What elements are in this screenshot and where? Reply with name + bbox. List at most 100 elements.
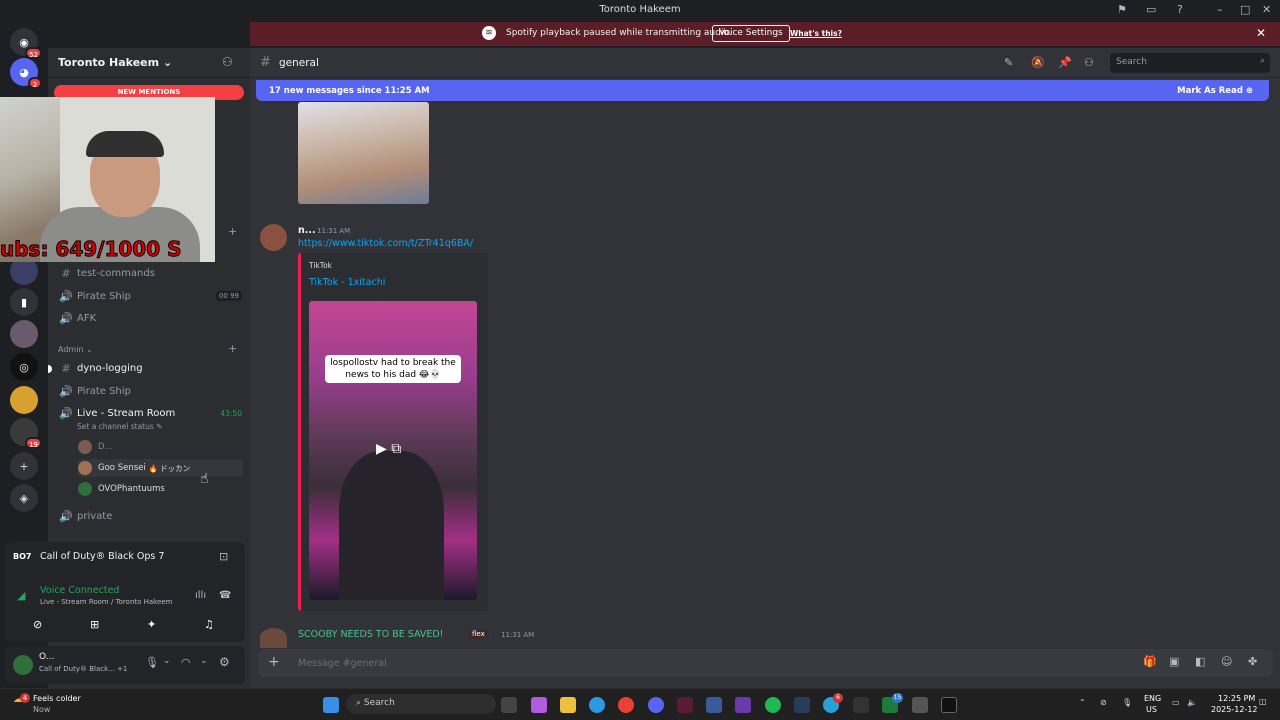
- create-channel-icon[interactable]: +: [228, 225, 237, 238]
- headset-icon[interactable]: ◠: [181, 656, 191, 669]
- tray-chevron-icon[interactable]: ⌃: [1079, 698, 1086, 707]
- notifications-muted-icon[interactable]: 🔕: [1031, 56, 1045, 69]
- edge-icon[interactable]: [589, 697, 605, 713]
- discover-icon[interactable]: ◈: [10, 484, 38, 512]
- play-icon[interactable]: ▶ ⧉: [376, 441, 401, 457]
- chrome-icon[interactable]: [618, 697, 634, 713]
- gif-icon[interactable]: ▣: [1169, 655, 1179, 668]
- tray-display-icon[interactable]: ▭: [1172, 698, 1180, 707]
- avatar[interactable]: [13, 655, 33, 675]
- voice-connected-label[interactable]: Voice Connected: [40, 585, 119, 596]
- server-icon[interactable]: [10, 386, 38, 414]
- maximize-icon[interactable]: □: [1240, 3, 1250, 16]
- server-icon[interactable]: [10, 320, 38, 348]
- ovo-server-icon[interactable]: ◎: [10, 353, 38, 381]
- region-code[interactable]: US: [1146, 705, 1157, 714]
- search-input[interactable]: Search ⌕: [1110, 53, 1270, 73]
- mark-as-read-button[interactable]: Mark As Read ⊛: [1177, 86, 1253, 96]
- close-icon[interactable]: ✕: [1262, 3, 1271, 16]
- clock-date[interactable]: 2025-12-12: [1211, 705, 1258, 714]
- settings-gear-icon[interactable]: ⚙: [219, 655, 230, 669]
- new-messages-bar[interactable]: 17 new messages since 11:25 AM Mark As R…: [256, 80, 1269, 101]
- clock-time[interactable]: 12:25 PM: [1218, 694, 1255, 703]
- tray-volume-icon[interactable]: 🔈: [1187, 698, 1197, 707]
- embed-title[interactable]: TikTok - 1xitachi: [309, 277, 385, 288]
- app-icon[interactable]: [853, 697, 869, 713]
- close-notice-icon[interactable]: ✕: [1256, 26, 1266, 40]
- channel-afk[interactable]: 🔊 AFK: [58, 308, 242, 328]
- message-link[interactable]: https://www.tiktok.com/t/ZTr41q6BA/: [298, 238, 473, 249]
- gift-icon[interactable]: 🎁: [1143, 655, 1157, 668]
- embed-video[interactable]: lospollostv had to break the news to his…: [309, 301, 477, 600]
- voice-user[interactable]: Goo Sensei 🔥 ドッカン: [78, 459, 243, 477]
- voice-user[interactable]: OVOPhantuums: [78, 480, 165, 498]
- channel-status[interactable]: Set a channel status ✎: [77, 422, 162, 431]
- message-author[interactable]: SCOOBY NEEDS TO BE SAVED!: [298, 629, 443, 640]
- emoji-icon[interactable]: ☺: [1221, 655, 1232, 668]
- activities-icon[interactable]: ✦: [147, 618, 156, 631]
- app-icon[interactable]: [677, 697, 693, 713]
- inbox-flag-icon[interactable]: ⚑: [1117, 3, 1127, 16]
- tray-network-icon[interactable]: ⊘: [1100, 698, 1107, 707]
- minimize-icon[interactable]: –: [1217, 3, 1223, 16]
- discord-home-icon[interactable]: ◕ 2: [10, 58, 42, 89]
- channel-pirate-ship-admin[interactable]: 🔊 Pirate Ship: [58, 381, 242, 401]
- windows-start-icon[interactable]: [323, 697, 339, 713]
- noise-suppression-icon[interactable]: ıllı: [195, 590, 206, 601]
- tray-microphone-icon[interactable]: 🎙: [1122, 698, 1132, 707]
- app-icon[interactable]: [735, 697, 751, 713]
- soundboard-icon[interactable]: ♫: [204, 618, 214, 631]
- message-author[interactable]: n...: [298, 225, 316, 236]
- camera-off-icon[interactable]: ⊘: [33, 618, 42, 631]
- taskbar-search[interactable]: ⌕ Search: [346, 694, 496, 714]
- pinned-messages-icon[interactable]: 📌: [1058, 56, 1072, 69]
- chevron-down-icon[interactable]: ⌄: [200, 656, 208, 666]
- channel-dyno-logging[interactable]: # dyno-logging: [58, 358, 242, 378]
- screen-share-icon[interactable]: ⊞: [90, 618, 99, 631]
- app-icon[interactable]: [794, 697, 810, 713]
- microphone-icon[interactable]: 🎙: [145, 656, 159, 669]
- message-input[interactable]: Message #general: [298, 658, 387, 669]
- discord-taskbar-icon[interactable]: [648, 697, 664, 713]
- create-channel-icon[interactable]: +: [228, 342, 237, 355]
- notification-center-icon[interactable]: ◫: [1259, 697, 1267, 706]
- voice-settings-button[interactable]: Voice Settings: [712, 25, 790, 42]
- call-of-duty-icon[interactable]: [941, 697, 957, 713]
- channel-private[interactable]: 🔊 private: [58, 506, 242, 526]
- member-list-icon[interactable]: ⚇: [1084, 56, 1094, 69]
- channel-pirate-ship[interactable]: 🔊 Pirate Ship 00 99: [58, 286, 242, 306]
- voice-location[interactable]: Live - Stream Room / Toronto Hakeem: [40, 598, 172, 606]
- channel-test-commands[interactable]: # test-commands: [58, 263, 242, 283]
- weather-title[interactable]: Feels colder: [33, 694, 81, 703]
- language-code[interactable]: ENG: [1144, 694, 1161, 703]
- spotify-taskbar-icon[interactable]: [765, 697, 781, 713]
- disconnect-icon[interactable]: ☎: [219, 590, 231, 601]
- avatar[interactable]: [260, 224, 287, 251]
- settings-icon[interactable]: [912, 697, 928, 713]
- copilot-icon[interactable]: [531, 697, 547, 713]
- file-explorer-icon[interactable]: [560, 697, 576, 713]
- category-admin[interactable]: Admin ⌄: [58, 345, 93, 354]
- add-friend-icon[interactable]: ⚇: [222, 55, 233, 69]
- help-icon[interactable]: ?: [1177, 3, 1183, 16]
- attachment-image[interactable]: [298, 102, 429, 204]
- avatar[interactable]: [260, 628, 287, 648]
- threads-icon[interactable]: ✎: [1004, 56, 1013, 69]
- sticker-icon[interactable]: ◧: [1195, 655, 1205, 668]
- task-view-icon[interactable]: [501, 697, 517, 713]
- apps-icon[interactable]: ✤: [1248, 655, 1257, 668]
- chevron-down-icon[interactable]: ⌄: [163, 656, 171, 666]
- add-server-icon[interactable]: +: [10, 452, 38, 480]
- app-icon[interactable]: [706, 697, 722, 713]
- attach-plus-icon[interactable]: +: [268, 654, 280, 670]
- server-name[interactable]: Toronto Hakeem ⌄: [58, 56, 172, 69]
- folder-icon[interactable]: ▮: [10, 288, 38, 316]
- embed-provider[interactable]: TikTok: [309, 261, 332, 270]
- server-icon[interactable]: 19: [10, 418, 42, 449]
- channel-live-stream-room[interactable]: 🔊 Live - Stream Room 43:50: [58, 403, 242, 423]
- stream-icon[interactable]: ⊡: [219, 550, 228, 563]
- voice-user[interactable]: D...: [78, 438, 113, 456]
- direct-messages-button[interactable]: ◉ 52: [10, 28, 42, 59]
- monitor-icon[interactable]: ▭: [1146, 3, 1156, 16]
- whats-this-link[interactable]: What's this?: [790, 29, 842, 38]
